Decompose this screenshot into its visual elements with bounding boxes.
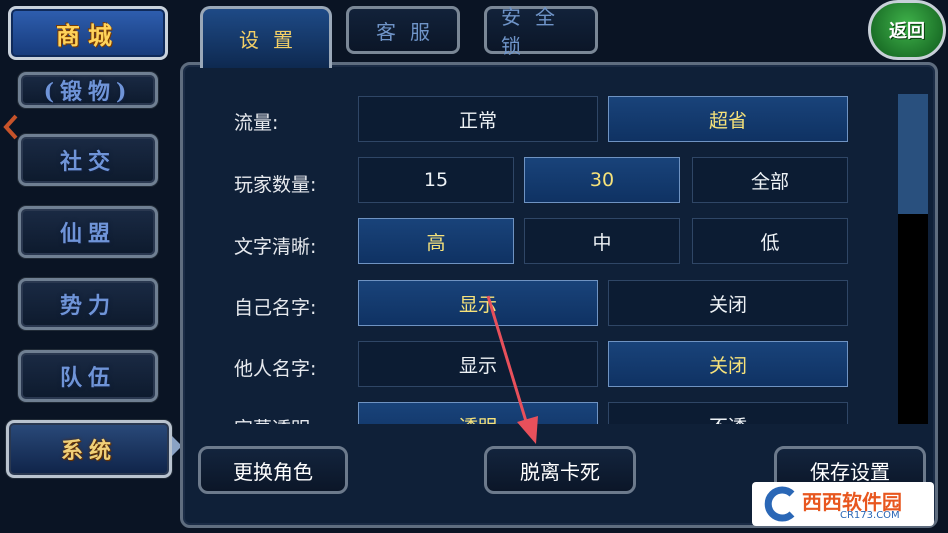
- option-subtitle-transparent[interactable]: 透明: [358, 402, 598, 424]
- option-clarity-low[interactable]: 低: [692, 218, 848, 264]
- shop-button[interactable]: 商城: [8, 6, 168, 60]
- row-label-traffic: 流量:: [234, 112, 279, 134]
- row-label-own-name: 自己名字:: [234, 297, 317, 319]
- sidebar-item-faction[interactable]: 势力: [18, 278, 158, 330]
- unstuck-button[interactable]: 脱离卡死: [484, 446, 636, 494]
- option-clarity-high[interactable]: 高: [358, 218, 514, 264]
- watermark-site: CR173.COM: [840, 510, 900, 521]
- option-own-name-show[interactable]: 显示: [358, 280, 598, 326]
- sidebar-item-alliance[interactable]: 仙盟: [18, 206, 158, 258]
- option-subtitle-opaque[interactable]: 不透: [608, 402, 848, 424]
- tab-security-lock[interactable]: 安全锁: [484, 5, 598, 58]
- scrollbar-thumb[interactable]: [898, 94, 928, 214]
- sidebar-item-social[interactable]: 社交: [18, 134, 158, 186]
- tab-customer-service[interactable]: 客服: [346, 6, 460, 54]
- option-clarity-medium[interactable]: 中: [524, 218, 680, 264]
- row-label-subtitle-transparency: 字幕透明:: [234, 414, 316, 424]
- row-label-player-count: 玩家数量:: [234, 174, 317, 196]
- option-players-all[interactable]: 全部: [692, 157, 848, 203]
- option-others-name-show[interactable]: 显示: [358, 341, 598, 387]
- sidebar-item-system[interactable]: 系统: [6, 420, 172, 478]
- tab-settings[interactable]: 设置: [200, 6, 332, 68]
- option-others-name-off[interactable]: 关闭: [608, 341, 848, 387]
- option-players-15[interactable]: 15: [358, 157, 514, 203]
- sidebar-item-partial[interactable]: (锻物): [18, 72, 158, 108]
- option-players-30[interactable]: 30: [524, 157, 680, 203]
- row-label-text-clarity: 文字清晰:: [234, 236, 317, 258]
- settings-list: 流量: 正常 超省 玩家数量: 15 30 全部 文字清晰: 高 中 低 自己名…: [198, 84, 888, 424]
- back-button[interactable]: 返回: [868, 0, 946, 60]
- change-role-button[interactable]: 更换角色: [198, 446, 348, 494]
- option-traffic-normal[interactable]: 正常: [358, 96, 598, 142]
- watermark-logo-icon: [764, 486, 795, 522]
- option-traffic-saving[interactable]: 超省: [608, 96, 848, 142]
- sidebar-item-team[interactable]: 队伍: [18, 350, 158, 402]
- row-label-others-name: 他人名字:: [234, 358, 317, 380]
- option-own-name-off[interactable]: 关闭: [608, 280, 848, 326]
